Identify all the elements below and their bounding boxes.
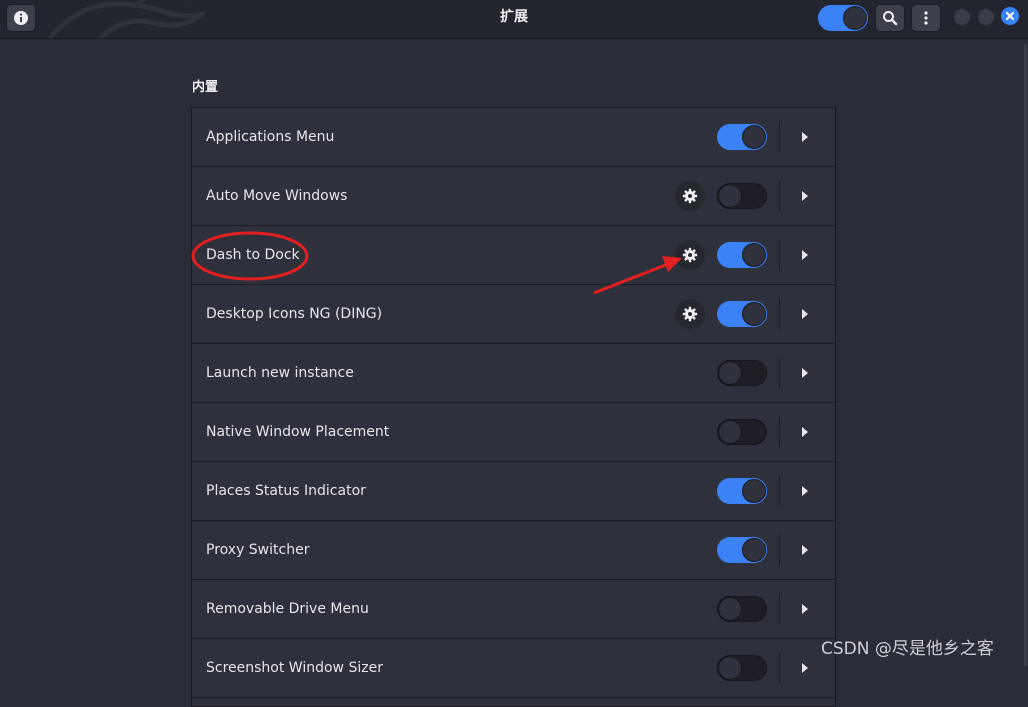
close-button[interactable] [1001,7,1019,25]
row-separator [779,358,780,388]
expand-button[interactable] [798,602,812,616]
section-title: 内置 [192,80,219,95]
header-bar: 扩展 [0,0,1028,39]
extension-toggle[interactable] [717,124,767,150]
expand-button[interactable] [798,543,812,557]
extension-toggle[interactable] [717,242,767,268]
extension-name: Auto Move Windows [206,188,348,204]
row-separator [779,653,780,683]
extension-toggle[interactable] [717,183,767,209]
extension-row[interactable]: Launch new instance [192,344,835,403]
switch-knob [742,243,766,267]
chevron-right-icon [802,368,808,378]
extension-row[interactable]: Proxy Switcher [192,521,835,580]
gear-icon [682,306,698,322]
chevron-right-icon [802,663,808,673]
close-icon [1006,12,1014,20]
extension-row[interactable]: Screenshot Window Sizer [192,639,835,698]
expand-button[interactable] [798,661,812,675]
watermark: CSDN @尽是他乡之客 [821,639,994,659]
extension-row[interactable]: Places Status Indicator [192,462,835,521]
extension-row[interactable]: Applications Menu [192,108,835,167]
expand-button[interactable] [798,484,812,498]
extension-toggle[interactable] [717,360,767,386]
extension-name: Dash to Dock [206,247,300,263]
extension-toggle[interactable] [717,478,767,504]
kebab-menu-icon [924,11,928,25]
switch-knob [718,420,742,444]
switch-knob [742,302,766,326]
extension-name: Launch new instance [206,365,354,381]
extension-name: Removable Drive Menu [206,601,369,617]
extension-settings-button[interactable] [675,240,705,270]
chevron-right-icon [802,132,808,142]
chevron-right-icon [802,427,808,437]
row-separator [779,299,780,329]
info-icon [14,11,28,25]
extension-row[interactable]: Auto Move Windows [192,167,835,226]
chevron-right-icon [802,309,808,319]
extension-name: Screenshot Window Sizer [206,660,383,676]
chevron-right-icon [802,486,808,496]
gear-icon [682,247,698,263]
extension-toggle[interactable] [717,537,767,563]
extension-name: Applications Menu [206,129,335,145]
expand-button[interactable] [798,248,812,262]
search-icon [883,11,898,26]
about-button[interactable] [6,4,36,32]
row-separator [779,122,780,152]
expand-button[interactable] [798,307,812,321]
extension-toggle[interactable] [717,655,767,681]
switch-knob [742,538,766,562]
switch-knob [718,597,742,621]
extension-name: Proxy Switcher [206,542,310,558]
expand-button[interactable] [798,130,812,144]
extension-settings-button[interactable] [675,299,705,329]
extension-name: Desktop Icons NG (DING) [206,306,383,322]
extension-list: Applications Menu Auto Move Windows Dash t… [191,107,836,707]
row-separator [779,476,780,506]
switch-knob [843,6,867,30]
extension-toggle[interactable] [717,419,767,445]
maximize-button[interactable] [978,9,994,25]
switch-knob [718,361,742,385]
expand-button[interactable] [798,425,812,439]
row-separator [779,240,780,270]
expand-button[interactable] [798,189,812,203]
gear-icon [682,188,698,204]
chevron-right-icon [802,545,808,555]
dragon-logo-icon [47,0,209,38]
row-separator [779,181,780,211]
menu-button[interactable] [911,4,941,32]
chevron-right-icon [802,250,808,260]
extension-row[interactable]: Desktop Icons NG (DING) [192,285,835,344]
switch-knob [718,656,742,680]
extension-row[interactable]: Removable Drive Menu [192,580,835,639]
row-separator [779,417,780,447]
search-button[interactable] [875,4,905,32]
extension-toggle[interactable] [717,301,767,327]
extension-settings-button[interactable] [675,181,705,211]
extension-toggle[interactable] [717,596,767,622]
chevron-right-icon [802,604,808,614]
extension-row[interactable]: Native Window Placement [192,403,835,462]
switch-knob [718,184,742,208]
extension-name: Places Status Indicator [206,483,366,499]
extension-row[interactable]: Dash to Dock [192,226,835,285]
expand-button[interactable] [798,366,812,380]
global-extensions-switch[interactable] [818,5,868,31]
chevron-right-icon [802,191,808,201]
switch-knob [742,479,766,503]
row-separator [779,535,780,565]
scrollbar[interactable] [1024,44,1027,666]
extension-name: Native Window Placement [206,424,390,440]
minimize-button[interactable] [954,9,970,25]
switch-knob [742,125,766,149]
row-separator [779,594,780,624]
